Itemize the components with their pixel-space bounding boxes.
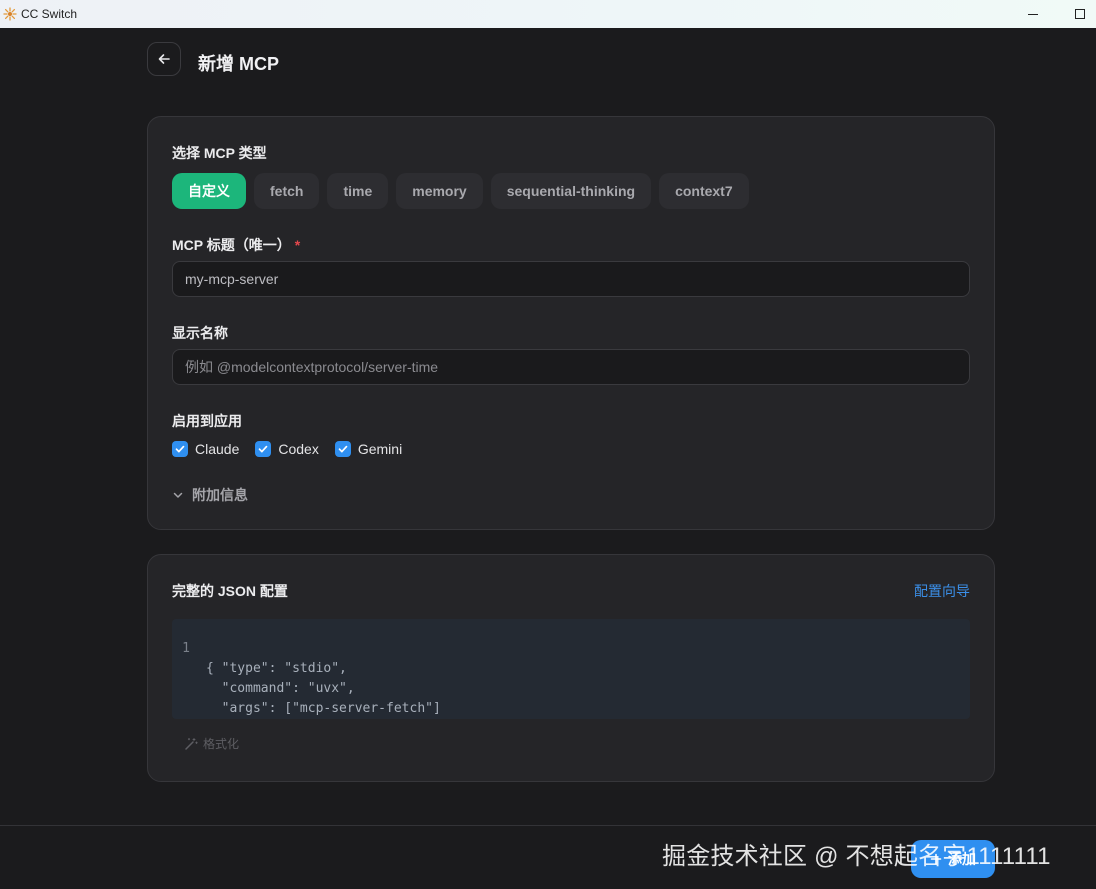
window-title: CC Switch [21, 7, 78, 21]
page-title: 新增 MCP [198, 54, 279, 74]
code-line: "args": ["mcp-server-fetch"] [172, 679, 441, 716]
window-titlebar: CC Switch [0, 0, 1096, 28]
app-checkbox-gemini[interactable]: Gemini [334, 441, 403, 457]
display-name-input[interactable] [172, 349, 970, 385]
mcp-type-option-time[interactable]: time [327, 173, 389, 209]
mcp-type-option-sequential-thinking[interactable]: sequential-thinking [490, 173, 652, 209]
app-logo-icon [3, 7, 17, 21]
mcp-title-input[interactable] [172, 261, 970, 297]
checkbox-checked[interactable] [334, 441, 351, 457]
app-checkbox-label: Gemini [357, 441, 403, 457]
code-text: "command": "uvx", [206, 681, 355, 696]
code-line: "type": "stdio", [172, 639, 347, 676]
mcp-type-option-fetch[interactable]: fetch [254, 173, 320, 209]
code-line: "command": "uvx", [172, 659, 355, 696]
mcp-type-selector: 自定义 fetch time memory sequential-thinkin… [172, 173, 749, 209]
format-button[interactable]: 格式化 [184, 735, 239, 752]
mcp-title-label-text: MCP 标题（唯一） [172, 237, 291, 253]
mcp-type-option-memory[interactable]: memory [396, 173, 483, 209]
code-text: "type": "stdio", [206, 661, 347, 676]
footer-divider [0, 825, 1096, 826]
apps-checkbox-group: Claude Codex Gemini [172, 441, 402, 457]
checkbox-checked[interactable] [255, 441, 272, 457]
back-arrow-icon [158, 54, 170, 64]
format-label: 格式化 [203, 737, 240, 751]
mcp-type-label: 选择 MCP 类型 [172, 145, 267, 161]
json-editor[interactable]: 1 { "type": "stdio", "command": "uvx", "… [172, 619, 970, 719]
maximize-icon [1075, 9, 1085, 19]
mcp-type-option-custom[interactable]: 自定义 [172, 173, 246, 209]
check-icon [175, 445, 185, 453]
back-button[interactable] [147, 42, 181, 76]
code-line: 1 { [172, 619, 219, 676]
extra-info-toggle[interactable]: 附加信息 [172, 485, 248, 505]
json-config-title: 完整的 JSON 配置 [172, 583, 288, 599]
checkbox-checked[interactable] [172, 441, 188, 457]
minimize-icon [1028, 13, 1038, 15]
apps-label: 启用到应用 [172, 413, 242, 429]
check-icon [338, 445, 348, 453]
mcp-type-option-context7[interactable]: context7 [659, 173, 749, 209]
app-checkbox-label: Claude [195, 441, 240, 457]
extra-info-label: 附加信息 [192, 487, 248, 503]
minimize-button[interactable] [1010, 0, 1056, 28]
mcp-form-card: 选择 MCP 类型 自定义 fetch time memory sequenti… [147, 116, 995, 530]
required-mark: * [294, 237, 301, 253]
mcp-title-label: MCP 标题（唯一） * [172, 235, 300, 255]
chevron-down-icon [173, 492, 183, 498]
config-wizard-link[interactable]: 配置向导 [914, 581, 970, 601]
watermark: 掘金技术社区 @ 不想起名字1111111 [662, 843, 1051, 870]
code-line: } [172, 699, 219, 719]
check-icon [259, 445, 268, 453]
app-checkbox-claude[interactable]: Claude [172, 441, 239, 457]
app-checkbox-codex[interactable]: Codex [255, 441, 319, 457]
magic-wand-icon [185, 737, 198, 750]
display-name-label: 显示名称 [172, 325, 228, 341]
json-config-card: 完整的 JSON 配置 配置向导 1 { "type": "stdio", "c… [147, 554, 995, 782]
code-text: "args": ["mcp-server-fetch"] [206, 701, 441, 716]
maximize-button[interactable] [1057, 0, 1096, 28]
app-checkbox-label: Codex [278, 441, 319, 457]
